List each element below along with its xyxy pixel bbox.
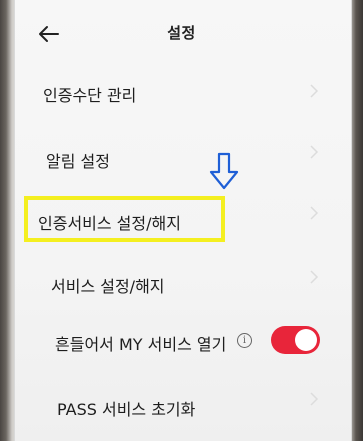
- chevron-right-icon: [310, 84, 319, 98]
- menu-item-label: 알림 설정: [46, 152, 110, 171]
- page-title: 설정: [167, 24, 196, 42]
- highlight-box: [24, 196, 225, 242]
- chevron-right-icon: [310, 392, 319, 406]
- menu-item-label: 흔들어서 MY 서비스 열기: [55, 335, 227, 354]
- menu-item-auth-method[interactable]: 인증수단 관리: [0, 72, 336, 112]
- shake-my-service-toggle[interactable]: [271, 326, 320, 354]
- chevron-right-icon: [310, 270, 319, 284]
- toggle-knob: [295, 329, 317, 351]
- menu-item-service[interactable]: 서비스 설정/해지: [0, 263, 336, 303]
- menu-item-pass-reset[interactable]: PASS 서비스 초기화: [0, 385, 336, 425]
- chevron-right-icon: [310, 206, 319, 220]
- menu-item-label: 서비스 설정/해지: [51, 277, 165, 296]
- info-icon[interactable]: i: [237, 333, 252, 348]
- menu-item-notification[interactable]: 알림 설정: [0, 138, 336, 178]
- menu-item-label: 인증수단 관리: [43, 86, 137, 105]
- chevron-right-icon: [310, 145, 319, 159]
- down-arrow-icon: [209, 152, 239, 190]
- menu-item-label: PASS 서비스 초기화: [57, 400, 196, 419]
